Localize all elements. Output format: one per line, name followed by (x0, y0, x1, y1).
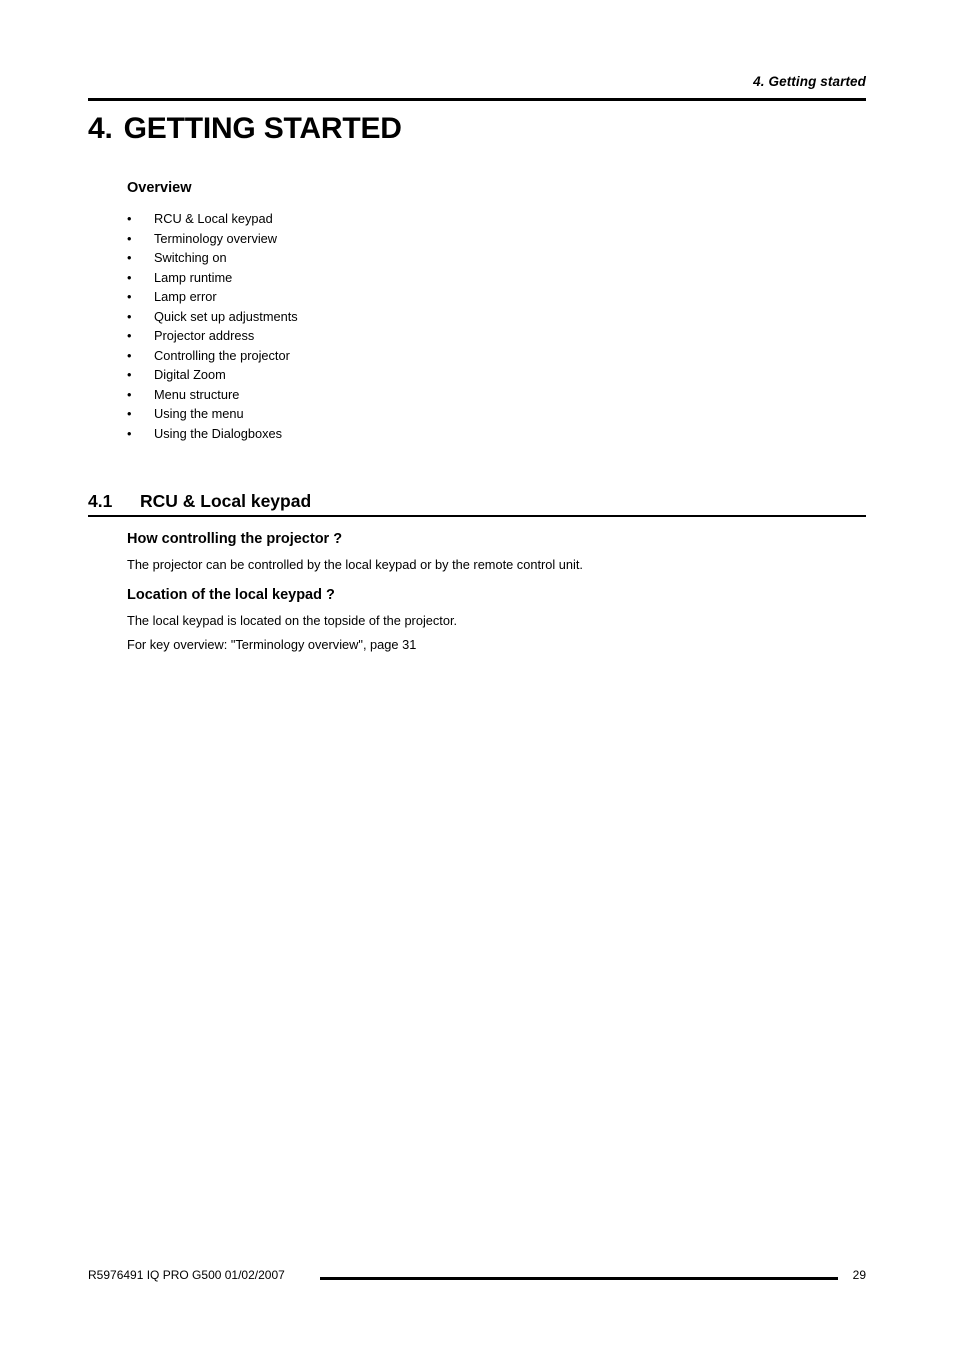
page-footer: R5976491 IQ PRO G500 01/02/2007 29 (88, 1266, 866, 1286)
bullet-icon: • (127, 367, 132, 382)
bullet-icon: • (127, 308, 132, 324)
bullet-icon: • (127, 250, 132, 265)
list-item: • RCU & Local keypad (127, 209, 627, 229)
section-heading: 4.1 RCU & Local keypad (88, 491, 311, 512)
list-item: • Using the Dialogboxes (127, 424, 627, 444)
overview-heading: Overview (127, 180, 192, 196)
section-title-text: RCU & Local keypad (140, 491, 312, 511)
footer-divider (320, 1277, 838, 1280)
bullet-icon: • (127, 269, 132, 285)
list-item-label: Lamp error (154, 289, 217, 304)
list-item-label: Menu structure (154, 386, 240, 402)
running-header: 4. Getting started (753, 74, 866, 89)
list-item: • Digital Zoom (127, 365, 627, 385)
section-number: 4.1 (88, 491, 113, 511)
bullet-icon: • (127, 386, 132, 402)
list-item-label: Projector address (154, 328, 255, 343)
list-item: • Terminology overview (127, 229, 627, 249)
list-item: • Switching on (127, 248, 627, 268)
list-item-label: RCU & Local keypad (154, 211, 273, 226)
bullet-icon: • (127, 289, 132, 304)
list-item-label: Using the Dialogboxes (154, 425, 283, 441)
list-item-label: Lamp runtime (154, 269, 233, 285)
list-item: • Projector address (127, 326, 627, 346)
bullet-icon: • (127, 328, 132, 343)
list-item: • Quick set up adjustments (127, 307, 627, 327)
bullet-icon: • (127, 347, 132, 363)
list-item: • Menu structure (127, 385, 627, 405)
chapter-number: 4. (88, 112, 113, 145)
list-item: • Using the menu (127, 404, 627, 424)
section-divider (88, 515, 866, 517)
bullet-icon: • (127, 211, 132, 226)
header-divider (88, 98, 866, 101)
bullet-icon: • (127, 230, 132, 246)
list-item-label: Using the menu (154, 406, 244, 421)
list-item: • Controlling the projector (127, 346, 627, 366)
paragraph-location-of-keypad: The local keypad is located on the topsi… (127, 613, 458, 628)
subheading-how-controlling: How controlling the projector ? (127, 531, 343, 547)
chapter-title-text: GETTING STARTED (123, 112, 402, 145)
bullet-icon: • (127, 425, 132, 441)
footer-page-number: 29 (852, 1268, 866, 1282)
list-item-label: Controlling the projector (154, 347, 290, 363)
bullet-icon: • (127, 406, 132, 421)
footer-document-reference: R5976491 IQ PRO G500 01/02/2007 (88, 1268, 285, 1282)
paragraph-key-overview-reference: For key overview: "Terminology overview"… (127, 637, 417, 652)
list-item: • Lamp error (127, 287, 627, 307)
list-item-label: Terminology overview (154, 230, 278, 246)
list-item: • Lamp runtime (127, 268, 627, 288)
document-page: 4. Getting started 4. GETTING STARTED Ove… (0, 0, 954, 1351)
list-item-label: Switching on (154, 250, 227, 265)
overview-list: • RCU & Local keypad • Terminology overv… (127, 209, 627, 443)
paragraph-how-controlling: The projector can be controlled by the l… (127, 557, 583, 572)
list-item-label: Digital Zoom (154, 367, 226, 382)
subheading-location-of-keypad: Location of the local keypad ? (127, 587, 335, 603)
chapter-title: 4. GETTING STARTED (88, 112, 402, 146)
list-item-label: Quick set up adjustments (154, 308, 298, 324)
